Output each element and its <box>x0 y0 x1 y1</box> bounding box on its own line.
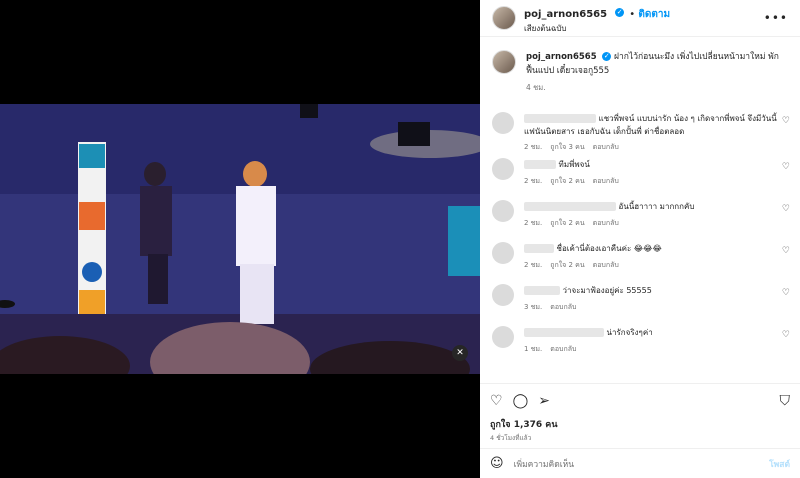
post-comment-button[interactable]: โพสต์ <box>769 457 790 471</box>
comment-time: 2 ชม. <box>524 143 543 151</box>
comment-time: 2 ชม. <box>524 177 543 185</box>
emoji-icon[interactable]: ☺ <box>490 456 504 471</box>
commenter-avatar[interactable] <box>492 112 514 134</box>
verified-icon: ✓ <box>615 7 625 17</box>
comment-item: แชวพี่พจน์ แบบน่ารัก น้อง ๆ เกิดจากพี่พจ… <box>480 112 800 156</box>
comment-likes[interactable]: ถูกใจ 2 คน <box>550 219 584 227</box>
video-player[interactable]: ✕ <box>0 104 480 374</box>
blurred-username <box>524 328 604 337</box>
comments-list: แชวพี่พจน์ แบบน่ารัก น้อง ๆ เกิดจากพี่พจ… <box>480 100 800 353</box>
comment-body: อันนี้ฮาาาา มากกกคับ 2 ชม. ถูกใจ 2 คน ตอบก… <box>524 200 779 240</box>
reply-button[interactable]: ตอบกลับ <box>593 261 619 269</box>
action-icons: ♡ ◯ ➢ ⛉ <box>490 391 790 411</box>
comment-body: ทีมพี่พจน์ 2 ชม. ถูกใจ 2 คน ตอบกลับ <box>524 158 779 198</box>
comment-item: ว่าจะมาฟ้องอยู่ค่ะ 55555 3 ชม. ตอบกลับ ♡ <box>480 284 800 324</box>
post-timestamp: 4 ชั่วโมงที่แล้ว <box>490 434 532 442</box>
comment-likes[interactable]: ถูกใจ 3 คน <box>550 143 584 151</box>
bookmark-icon[interactable]: ⛉ <box>780 393 791 409</box>
more-options-icon[interactable]: ••• <box>764 11 788 25</box>
comment-time: 2 ชม. <box>524 261 543 269</box>
verified-icon: ✓ <box>602 52 612 61</box>
share-send-icon[interactable]: ➢ <box>538 393 550 409</box>
follow-button[interactable]: ติดตาม <box>638 9 670 20</box>
comment-body: ชื่อเค้านี่ต้องเอาคืนค่ะ 😂😂😂 2 ชม. ถูกใจ … <box>524 242 779 282</box>
caption-time: 4 ชม. <box>526 83 546 92</box>
comment-input[interactable]: เพิ่มความคิดเห็น <box>514 457 574 471</box>
comment-text: อันนี้ฮาาาา มากกกคับ <box>618 202 695 211</box>
author-avatar[interactable] <box>492 6 516 30</box>
caption-avatar[interactable] <box>492 50 516 74</box>
comment-body: น่ารักจริงๆค่า 1 ชม. ตอบกลับ <box>524 326 779 366</box>
comment-time: 2 ชม. <box>524 219 543 227</box>
comment-item: อันนี้ฮาาาา มากกกคับ 2 ชม. ถูกใจ 2 คน ตอบก… <box>480 200 800 240</box>
comment-text: ว่าจะมาฟ้องอยู่ค่ะ 55555 <box>562 286 652 295</box>
comment-text: ชื่อเค้านี่ต้องเอาคืนค่ะ 😂😂😂 <box>556 244 662 253</box>
heart-icon[interactable]: ♡ <box>782 204 790 214</box>
reply-button[interactable]: ตอบกลับ <box>550 345 576 353</box>
commenter-avatar[interactable] <box>492 284 514 306</box>
comment-item: ทีมพี่พจน์ 2 ชม. ถูกใจ 2 คน ตอบกลับ ♡ <box>480 158 800 198</box>
comment-likes[interactable]: ถูกใจ 2 คน <box>550 261 584 269</box>
commenter-avatar[interactable] <box>492 200 514 222</box>
blurred-username <box>524 202 616 211</box>
speaker-muted-icon: ✕ <box>456 348 464 358</box>
mute-button[interactable]: ✕ <box>452 345 468 361</box>
comment-time: 3 ชม. <box>524 303 543 311</box>
reply-button[interactable]: ตอบกลับ <box>593 219 619 227</box>
heart-icon[interactable]: ♡ <box>782 330 790 340</box>
commenter-avatar[interactable] <box>492 158 514 180</box>
comment-text: น่ารักจริงๆค่า <box>606 328 653 337</box>
caption-username[interactable]: poj_arnon6565 <box>526 52 597 62</box>
like-count[interactable]: ถูกใจ 1,376 คน <box>490 417 790 431</box>
heart-icon[interactable]: ♡ <box>782 116 790 126</box>
comment-likes[interactable]: ถูกใจ 2 คน <box>550 177 584 185</box>
post-caption: poj_arnon6565 ✓ ฝากไว้ก่อนนะมึง เพิ่งไปเ… <box>480 37 800 94</box>
blurred-username <box>524 114 596 123</box>
reply-button[interactable]: ตอบกลับ <box>550 303 576 311</box>
comment-time: 1 ชม. <box>524 345 543 353</box>
comment-item: ชื่อเค้านี่ต้องเอาคืนค่ะ 😂😂😂 2 ชม. ถูกใจ … <box>480 242 800 282</box>
media-pane: ✕ <box>0 0 480 478</box>
comment-item: น่ารักจริงๆค่า 1 ชม. ตอบกลับ ♡ <box>480 326 800 366</box>
comment-bubble-icon[interactable]: ◯ <box>513 393 529 409</box>
caption-body: poj_arnon6565 ✓ ฝากไว้ก่อนนะมึง เพิ่งไปเ… <box>526 50 781 94</box>
like-heart-icon[interactable]: ♡ <box>490 393 503 409</box>
instagram-post-viewer: ✕ poj_arnon6565 ✓ • ติดตาม เสียงต้นฉบับ … <box>0 0 800 478</box>
blurred-username <box>524 286 560 295</box>
author-username[interactable]: poj_arnon6565 <box>524 9 607 20</box>
comment-text: ทีมพี่พจน์ <box>558 160 590 169</box>
commenter-avatar[interactable] <box>492 326 514 348</box>
separator-dot: • <box>629 8 639 20</box>
add-comment-bar: ☺ เพิ่มความคิดเห็น โพสต์ <box>480 448 800 478</box>
post-header: poj_arnon6565 ✓ • ติดตาม เสียงต้นฉบับ ••… <box>480 0 800 37</box>
author-info: poj_arnon6565 ✓ • ติดตาม เสียงต้นฉบับ <box>524 2 670 35</box>
blurred-username <box>524 160 556 169</box>
post-actions: ♡ ◯ ➢ ⛉ ถูกใจ 1,376 คน 4 ชั่วโมงที่แล้ว <box>480 383 800 450</box>
post-side-panel: poj_arnon6565 ✓ • ติดตาม เสียงต้นฉบับ ••… <box>480 0 800 478</box>
comment-body: แชวพี่พจน์ แบบน่ารัก น้อง ๆ เกิดจากพี่พจ… <box>524 112 779 156</box>
reply-button[interactable]: ตอบกลับ <box>593 143 619 151</box>
heart-icon[interactable]: ♡ <box>782 246 790 256</box>
reply-button[interactable]: ตอบกลับ <box>593 177 619 185</box>
audio-label[interactable]: เสียงต้นฉบับ <box>524 22 670 35</box>
heart-icon[interactable]: ♡ <box>782 162 790 172</box>
blurred-username <box>524 244 554 253</box>
video-frame <box>0 104 480 374</box>
heart-icon[interactable]: ♡ <box>782 288 790 298</box>
comment-body: ว่าจะมาฟ้องอยู่ค่ะ 55555 3 ชม. ตอบกลับ <box>524 284 779 324</box>
commenter-avatar[interactable] <box>492 242 514 264</box>
